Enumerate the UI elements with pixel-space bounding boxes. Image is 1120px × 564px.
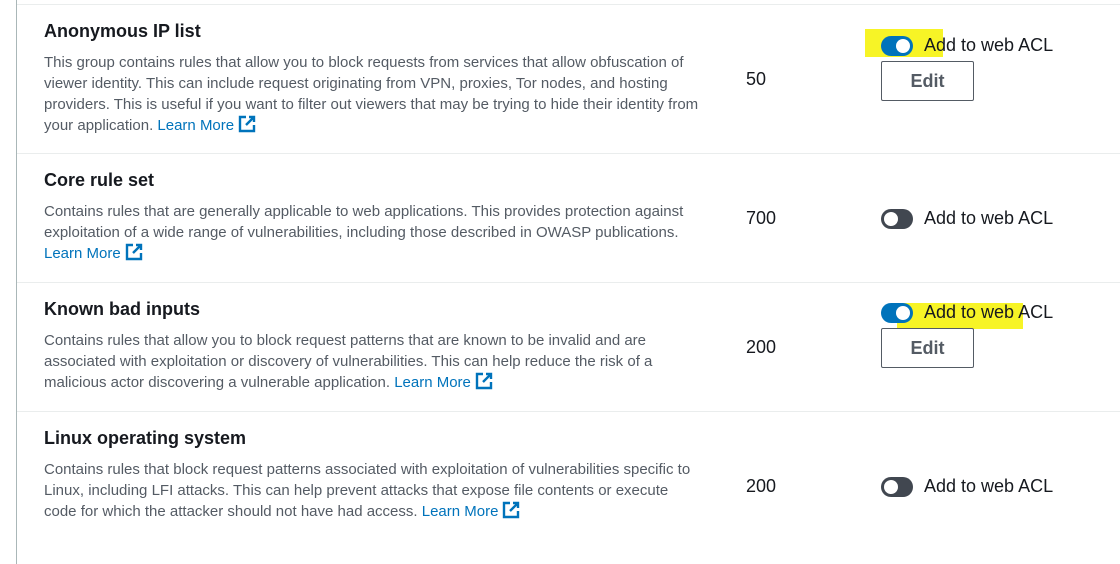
toggle-label: Add to web ACL: [924, 302, 1054, 322]
rule-title: Core rule set: [44, 170, 155, 190]
rule-row-linux-operating-system: Linux operating system Contains rules th…: [17, 412, 1120, 564]
add-to-web-acl-toggle[interactable]: Add to web ACL: [881, 476, 1053, 497]
rule-row-core-rule-set: Core rule set Contains rules that are ge…: [17, 154, 1120, 283]
learn-more-label: Learn More: [394, 374, 471, 391]
learn-more-label: Learn More: [157, 117, 235, 134]
rule-capacity: 200: [746, 476, 777, 496]
rule-description-text: Contains rules that block request patter…: [44, 461, 691, 520]
toggle-switch[interactable]: [881, 208, 913, 229]
toggle-switch[interactable]: [881, 35, 913, 56]
external-link-icon: [238, 115, 256, 133]
toggle-knob: [896, 305, 910, 320]
learn-more-link[interactable]: Learn More: [394, 372, 493, 391]
learn-more-link[interactable]: Learn More: [157, 115, 256, 134]
add-to-web-acl-toggle[interactable]: Add to web ACL: [881, 35, 1053, 56]
external-link-icon: [503, 501, 520, 519]
toggle-switch[interactable]: [881, 302, 913, 323]
rule-description-text: Contains rules that allow you to block r…: [44, 332, 653, 391]
edit-button[interactable]: Edit: [881, 61, 974, 101]
rule-title: Linux operating system: [44, 428, 247, 448]
learn-more-label: Learn More: [44, 245, 121, 262]
rule-capacity: 700: [746, 208, 777, 228]
rule-description: Contains rules that are generally applic…: [44, 201, 704, 264]
rule-description: Contains rules that block request patter…: [44, 459, 704, 522]
rule-title: Anonymous IP list: [44, 21, 201, 41]
learn-more-link[interactable]: Learn More: [44, 243, 143, 262]
rule-description-text: Contains rules that are generally applic…: [44, 203, 684, 241]
rule-description: This group contains rules that allow you…: [44, 52, 704, 136]
edit-button[interactable]: Edit: [881, 328, 974, 368]
learn-more-link[interactable]: Learn More: [421, 501, 521, 520]
toggle-switch[interactable]: [881, 476, 913, 497]
rule-title: Known bad inputs: [44, 299, 200, 319]
toggle-knob: [884, 479, 898, 494]
toggle-label: Add to web ACL: [924, 476, 1054, 496]
rule-capacity: 50: [746, 69, 767, 89]
rule-row-known-bad-inputs: Known bad inputs Contains rules that all…: [17, 283, 1120, 412]
rule-capacity: 200: [746, 337, 777, 357]
toggle-knob: [884, 211, 898, 226]
managed-rule-groups-panel: Anonymous IP list This group contains ru…: [16, 0, 1120, 564]
add-to-web-acl-toggle[interactable]: Add to web ACL: [881, 302, 1053, 323]
toggle-label: Add to web ACL: [924, 35, 1054, 55]
learn-more-label: Learn More: [421, 503, 499, 520]
external-link-icon: [125, 243, 142, 261]
external-link-icon: [475, 372, 493, 390]
rule-description: Contains rules that allow you to block r…: [44, 330, 704, 393]
rule-row-anonymous-ip-list: Anonymous IP list This group contains ru…: [17, 5, 1120, 154]
toggle-knob: [896, 38, 910, 53]
rule-description-text: This group contains rules that allow you…: [44, 54, 699, 134]
toggle-label: Add to web ACL: [924, 208, 1054, 228]
add-to-web-acl-toggle[interactable]: Add to web ACL: [881, 208, 1053, 229]
